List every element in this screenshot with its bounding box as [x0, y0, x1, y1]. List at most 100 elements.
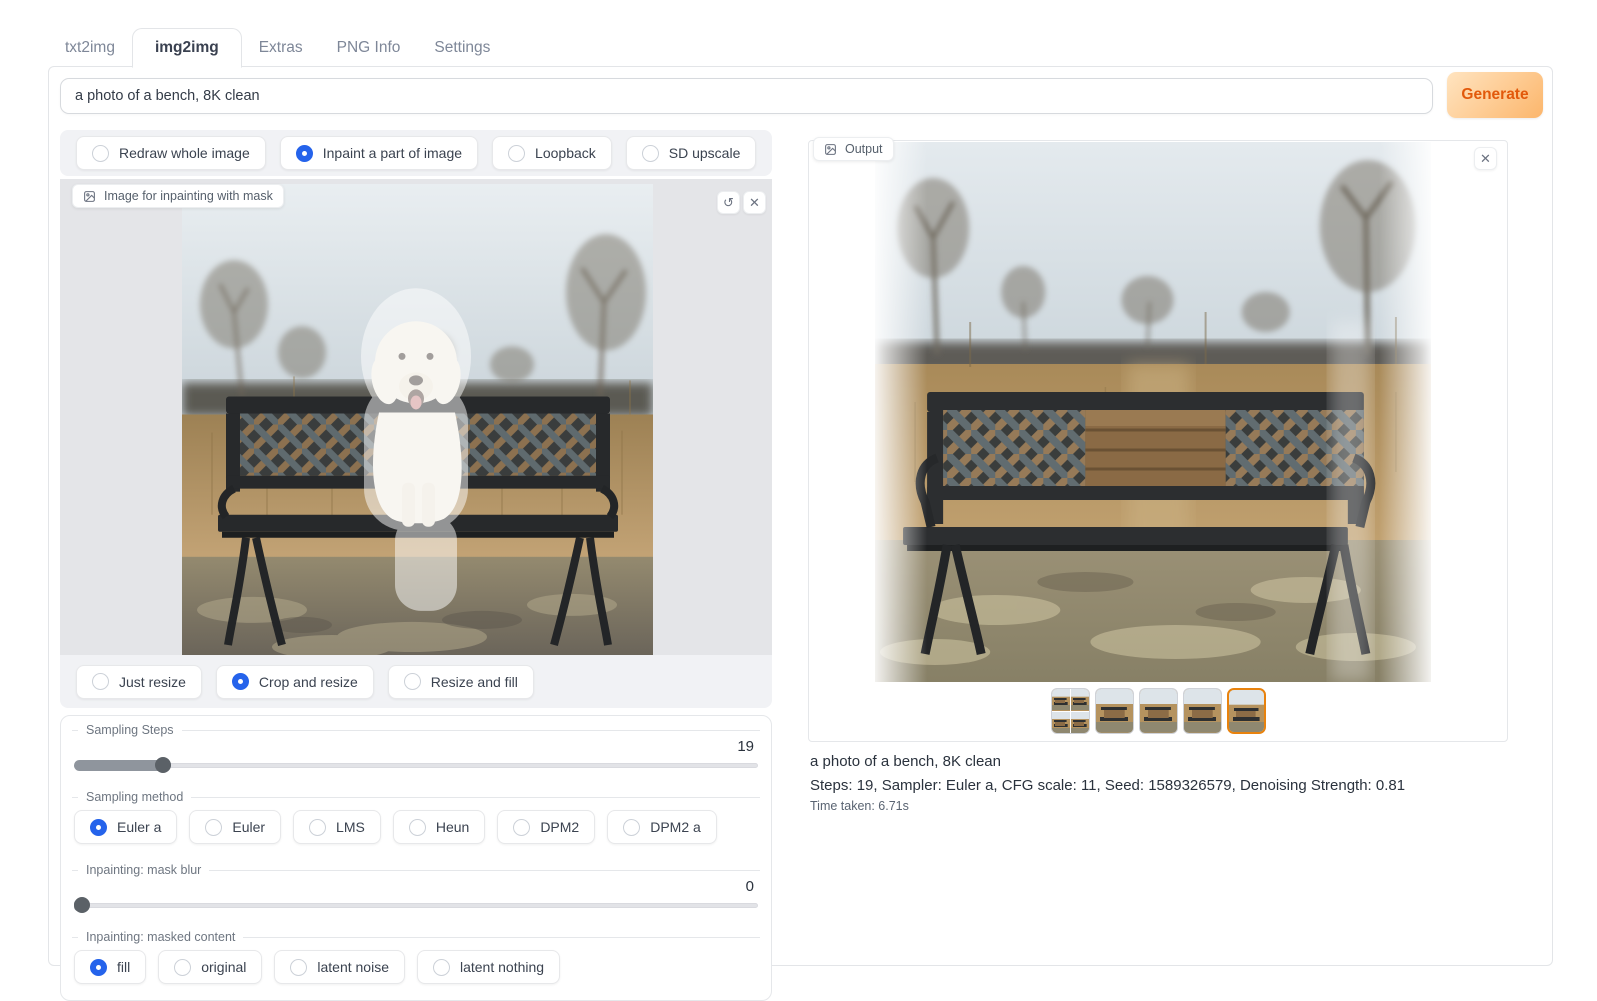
result-time-text: Time taken: 6.71s [810, 799, 1508, 813]
resize-mode-group: Just resize Crop and resize Resize and f… [60, 655, 772, 708]
sampler-dpm2-a[interactable]: DPM2 a [607, 810, 717, 844]
radio-label: Crop and resize [259, 674, 358, 690]
tab-settings[interactable]: Settings [417, 29, 507, 67]
radio-label: latent noise [317, 959, 389, 975]
inpaint-image-label: Image for inpainting with mask [72, 184, 284, 208]
tab-bar: txt2img img2img Extras PNG Info Settings [48, 28, 507, 67]
sampler-lms[interactable]: LMS [293, 810, 381, 844]
sampler-euler-a[interactable]: Euler a [74, 810, 177, 844]
inpaint-image-panel: Image for inpainting with mask ↺ ✕ [60, 179, 772, 655]
masked-content-label: Inpainting: masked content [72, 923, 760, 944]
radio-dot [90, 959, 107, 976]
slider-track[interactable] [74, 763, 758, 768]
masked-content-latent-nothing[interactable]: latent nothing [417, 950, 560, 984]
mask-blur-slider[interactable] [74, 897, 758, 913]
sampling-steps-slider[interactable] [74, 757, 758, 773]
sampler-heun[interactable]: Heun [393, 810, 485, 844]
radio-label: Resize and fill [431, 674, 518, 690]
radio-label: Inpaint a part of image [323, 145, 462, 161]
thumbnail-grid-preview [1052, 689, 1089, 733]
output-panel: Output ✕ [808, 140, 1508, 742]
img2img-panel: Generate Redraw whole image Inpaint a pa… [48, 66, 1553, 966]
slider-handle[interactable] [155, 757, 171, 773]
sampling-steps-value: 19 [72, 737, 760, 757]
mode-inpaint-part[interactable]: Inpaint a part of image [280, 136, 478, 170]
close-icon: ✕ [749, 196, 760, 209]
sampling-method-label: Sampling method [72, 783, 760, 804]
close-output-button[interactable]: ✕ [1474, 147, 1497, 170]
radio-dot [92, 673, 109, 690]
radio-dot [309, 819, 326, 836]
tab-extras[interactable]: Extras [242, 29, 320, 67]
radio-dot [404, 673, 421, 690]
close-icon: ✕ [1480, 152, 1491, 165]
result-params-text: Steps: 19, Sampler: Euler a, CFG scale: … [810, 777, 1508, 794]
output-image[interactable] [875, 142, 1431, 682]
output-label: Output [813, 137, 894, 161]
radio-label: original [201, 959, 246, 975]
masked-content-original[interactable]: original [158, 950, 262, 984]
output-thumbnail[interactable] [1095, 688, 1134, 734]
mode-loopback[interactable]: Loopback [492, 136, 612, 170]
image-icon [824, 143, 837, 156]
radio-label: fill [117, 959, 130, 975]
output-column: Output ✕ [808, 140, 1508, 813]
mode-redraw-whole-image[interactable]: Redraw whole image [76, 136, 266, 170]
radio-dot [92, 145, 109, 162]
sampling-steps-group: Sampling Steps 19 [61, 716, 771, 773]
mask-blur-value: 0 [72, 877, 760, 897]
tab-png-info[interactable]: PNG Info [320, 29, 418, 67]
generate-button[interactable]: Generate [1447, 72, 1543, 118]
masked-content-latent-noise[interactable]: latent noise [274, 950, 405, 984]
mask-blur-group: Inpainting: mask blur 0 [61, 856, 771, 913]
radio-dot [296, 145, 313, 162]
input-column: Redraw whole image Inpaint a part of ima… [60, 130, 772, 1001]
slider-handle[interactable] [74, 897, 90, 913]
sampler-euler[interactable]: Euler [189, 810, 281, 844]
slider-track[interactable] [74, 903, 758, 908]
radio-label: DPM2 a [650, 819, 701, 835]
radio-dot [508, 145, 525, 162]
radio-label: LMS [336, 819, 365, 835]
tab-img2img[interactable]: img2img [132, 28, 242, 68]
radio-label: Redraw whole image [119, 145, 250, 161]
radio-label: latent nothing [460, 959, 544, 975]
tab-txt2img[interactable]: txt2img [48, 29, 132, 67]
radio-dot [205, 819, 222, 836]
radio-label: Heun [436, 819, 469, 835]
undo-button[interactable]: ↺ [717, 191, 740, 214]
inpaint-image-canvas[interactable] [182, 184, 653, 655]
radio-label: Just resize [119, 674, 186, 690]
masked-content-fill[interactable]: fill [74, 950, 146, 984]
generation-info: a photo of a bench, 8K clean Steps: 19, … [808, 753, 1508, 813]
mode-sd-upscale[interactable]: SD upscale [626, 136, 757, 170]
radio-dot [290, 959, 307, 976]
radio-label: SD upscale [669, 145, 741, 161]
masked-content-group: Inpainting: masked content fill original… [61, 923, 771, 996]
image-icon [83, 190, 96, 203]
resize-just-resize[interactable]: Just resize [76, 665, 202, 699]
radio-dot [623, 819, 640, 836]
output-thumbnail-grid[interactable] [1051, 688, 1090, 734]
output-thumbnail-selected[interactable] [1227, 688, 1266, 734]
resize-resize-and-fill[interactable]: Resize and fill [388, 665, 534, 699]
sampler-dpm2[interactable]: DPM2 [497, 810, 595, 844]
undo-icon: ↺ [723, 196, 734, 209]
radio-dot [409, 819, 426, 836]
resize-crop-and-resize[interactable]: Crop and resize [216, 665, 374, 699]
img2img-mode-group: Redraw whole image Inpaint a part of ima… [60, 130, 772, 176]
radio-label: Loopback [535, 145, 596, 161]
radio-dot [174, 959, 191, 976]
clear-image-button[interactable]: ✕ [743, 191, 766, 214]
radio-dot [433, 959, 450, 976]
radio-dot [513, 819, 530, 836]
output-gallery [809, 688, 1507, 734]
radio-label: Euler [232, 819, 265, 835]
prompt-input[interactable] [60, 78, 1433, 114]
radio-dot [642, 145, 659, 162]
output-thumbnail[interactable] [1183, 688, 1222, 734]
sampling-settings-panel: Sampling Steps 19 Sampling method Euler … [60, 715, 772, 1001]
sampling-method-group: Sampling method Euler a Euler LMS [61, 783, 771, 856]
radio-label: Euler a [117, 819, 161, 835]
output-thumbnail[interactable] [1139, 688, 1178, 734]
